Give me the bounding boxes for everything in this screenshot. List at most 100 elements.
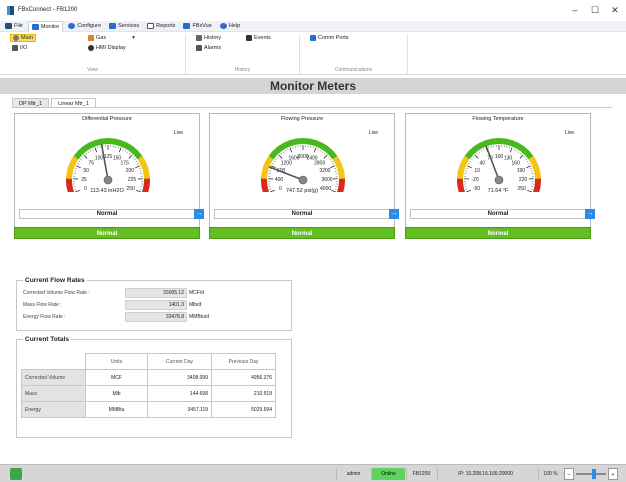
gauge-tick: [530, 170, 533, 172]
menu-configure[interactable]: Configure: [65, 21, 104, 32]
gauge-status: Normal →: [214, 209, 399, 219]
gauge-tick: [134, 158, 136, 161]
gauge-value-readout: 71.64 °F: [406, 188, 590, 194]
gauge-tick: [476, 152, 479, 155]
gauge-status-text: Normal: [487, 211, 509, 217]
arrow-right-icon[interactable]: →: [194, 209, 204, 219]
gauge-tick: [329, 158, 331, 161]
zoom-slider[interactable]: [576, 473, 606, 475]
gauge-tick: [334, 170, 337, 172]
flow-unit: MMBtu/d: [189, 314, 210, 320]
ribbon-io[interactable]: I/O: [10, 44, 29, 52]
flow-unit: Mlb/d: [189, 302, 202, 308]
gauge-hub: [494, 175, 504, 185]
gauge-tick: [280, 152, 283, 155]
gauge-band: [66, 155, 79, 179]
column-header-previous-day: Previous Day: [211, 353, 276, 370]
current-flow-rates-box: Current Flow Rates Corrected Volume Flow…: [16, 277, 292, 331]
flow-label: Mass Flow Rate :: [23, 302, 62, 308]
menu-fbxvue[interactable]: FBxVue: [180, 21, 214, 32]
gas-dropdown-icon[interactable]: ▾: [132, 35, 135, 41]
gauge-tick: [525, 158, 527, 161]
gauge-tick-label: 10: [474, 168, 480, 174]
history-icon: [196, 35, 202, 41]
menu-bar: File Monitor Configure Services Reports …: [0, 20, 626, 32]
maximize-button[interactable]: ☐: [590, 5, 600, 16]
gauge-tick: [317, 148, 319, 151]
table-row: Mass Mlb 144.698 210.518: [21, 385, 276, 402]
gauge-tick: [480, 149, 483, 152]
gauge-tick: [80, 158, 82, 161]
ribbon-alarms[interactable]: Alarms: [194, 44, 223, 52]
gauge-tick: [471, 158, 473, 161]
gauge-tick: [273, 160, 276, 163]
gauge-tick: [135, 160, 138, 163]
gauge-tick: [97, 146, 99, 149]
ribbon-hmi-display[interactable]: HMI Display: [86, 44, 128, 52]
gauge-tick: [472, 156, 475, 159]
gauge-tick: [117, 146, 119, 149]
menu-monitor[interactable]: Monitor: [27, 20, 64, 32]
zoom-slider-thumb[interactable]: [592, 469, 596, 479]
gauge-tick-label: 220: [519, 177, 528, 183]
gauge-tick: [92, 148, 94, 151]
flow-row: Corrected Volume Flow Rate :: [23, 288, 90, 298]
live-label: Live: [368, 130, 378, 136]
close-button[interactable]: ✕: [610, 5, 620, 16]
gauge-tick: [272, 163, 275, 165]
ribbon-group-view: Main I/O Gas ▾ HMI Display View: [0, 34, 186, 74]
gauge-tick: [292, 146, 294, 149]
gauge-tick: [526, 160, 529, 163]
zoom-in-button[interactable]: +: [608, 468, 618, 480]
window-title: FBxConnect - FB1200: [18, 7, 78, 13]
app-icon: [7, 5, 14, 15]
gauge-status: Normal →: [19, 209, 204, 219]
gauge-tick: [139, 168, 142, 170]
flow-value: 33478.8: [125, 312, 187, 322]
ribbon-group-communications: Comm Ports Communications: [300, 34, 408, 74]
menu-reports[interactable]: Reports: [144, 21, 178, 32]
gauge-needle: [485, 145, 500, 181]
gauge-tick-label: 225: [128, 177, 137, 183]
arrow-right-icon[interactable]: →: [585, 209, 595, 219]
minimize-button[interactable]: –: [570, 5, 580, 15]
gauge-panel-flowing-pressure: Flowing Pressure Live 040080012001600200…: [209, 113, 399, 228]
gauge-tick: [526, 165, 532, 169]
gauge-tick: [139, 170, 142, 172]
live-label: Live: [173, 130, 183, 136]
gauge-tick: [87, 151, 90, 154]
flow-row: Energy Flow Rate :: [23, 312, 66, 322]
comm-ports-icon: [310, 35, 316, 41]
ribbon-history[interactable]: History: [194, 34, 223, 42]
status-ip: IP: 10.208.15.166:20000: [437, 468, 533, 480]
gauge-tick: [334, 168, 337, 170]
file-icon: [5, 23, 12, 29]
ribbon-gas[interactable]: Gas ▾: [86, 34, 137, 42]
gauge-tick: [126, 151, 129, 154]
ribbon-comm-ports[interactable]: Comm Ports: [308, 34, 351, 42]
gauge-value: 747.52: [285, 188, 303, 194]
zoom-out-button[interactable]: –: [564, 468, 574, 480]
group-label-history: History: [234, 67, 251, 73]
menu-help[interactable]: Help: [217, 21, 243, 32]
configure-icon: [68, 23, 76, 29]
group-label-communications: Communications: [334, 67, 373, 73]
gauge-tick: [128, 154, 133, 159]
gauge-tick: [465, 170, 468, 172]
ribbon-events[interactable]: Events: [244, 34, 273, 42]
flow-label: Energy Flow Rate :: [23, 314, 66, 320]
status-bar: admin Online FB1200 IP: 10.208.15.166:20…: [0, 464, 626, 482]
flow-unit: MCF/d: [189, 290, 204, 296]
zoom-level: 100 %: [538, 468, 562, 480]
ribbon: Main I/O Gas ▾ HMI Display View History A…: [0, 32, 626, 75]
menu-services[interactable]: Services: [106, 21, 142, 32]
arrow-right-icon[interactable]: →: [389, 209, 399, 219]
flow-value: 1401.3: [125, 300, 187, 310]
ribbon-main[interactable]: Main: [10, 34, 36, 42]
gauge-tick-label: 3600: [321, 177, 332, 183]
menu-file[interactable]: File: [2, 21, 26, 32]
gauge-status: Normal →: [410, 209, 595, 219]
gauge-tick: [469, 160, 472, 163]
totals-legend: Current Totals: [25, 336, 69, 343]
gauge-tick: [508, 146, 510, 149]
